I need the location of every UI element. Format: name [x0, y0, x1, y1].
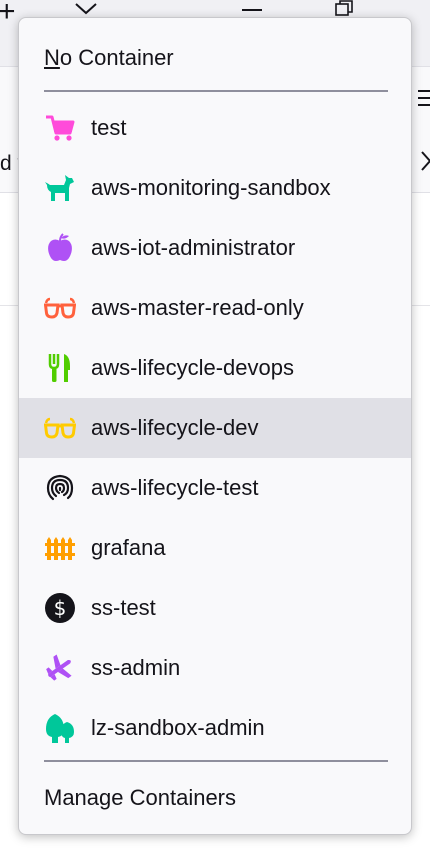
container-label: aws-lifecycle-test [91, 475, 259, 500]
container-label: ss-test [91, 595, 156, 620]
container-label: test [91, 115, 127, 140]
container-menu: No Container test aws-monitoring-sandbox [18, 17, 412, 835]
container-item-test[interactable]: test [19, 98, 411, 158]
container-label: aws-lifecycle-devops [91, 355, 294, 380]
container-item-aws-lifecycle-test[interactable]: aws-lifecycle-test [19, 458, 411, 518]
manage-containers-label: Manage Containers [44, 785, 237, 810]
container-item-lz-sandbox-admin[interactable]: lz-sandbox-admin [19, 698, 411, 758]
glasses-icon [44, 292, 76, 324]
container-label: aws-iot-administrator [91, 235, 296, 260]
bookmarks-chevron-icon[interactable] [420, 150, 430, 172]
container-label: lz-sandbox-admin [91, 715, 265, 740]
fence-icon [44, 532, 76, 564]
menu-separator [44, 90, 388, 92]
dollar-icon: $ [44, 592, 76, 624]
svg-text:$: $ [54, 596, 67, 620]
tab-list-chevron-icon[interactable] [74, 2, 98, 16]
food-icon [44, 352, 76, 384]
container-item-aws-iot-administrator[interactable]: aws-iot-administrator [19, 218, 411, 278]
container-item-ss-test[interactable]: $ ss-test [19, 578, 411, 638]
fingerprint-icon [44, 472, 76, 504]
dog-icon [44, 172, 76, 204]
tree-icon [44, 712, 76, 744]
no-container-label: No Container [44, 45, 174, 70]
vacation-icon [44, 652, 76, 684]
fruit-icon [44, 232, 76, 264]
no-container-item[interactable]: No Container [19, 28, 411, 88]
container-label: aws-master-read-only [91, 295, 304, 320]
container-item-aws-master-read-only[interactable]: aws-master-read-only [19, 278, 411, 338]
container-label: ss-admin [91, 655, 181, 680]
glasses-icon [44, 412, 76, 444]
menu-icon[interactable] [418, 88, 430, 108]
new-tab-icon[interactable]: + [0, 0, 16, 27]
container-item-aws-monitoring-sandbox[interactable]: aws-monitoring-sandbox [19, 158, 411, 218]
cart-icon [44, 112, 76, 144]
menu-separator [44, 760, 388, 762]
minimize-icon[interactable] [242, 9, 262, 11]
container-item-grafana[interactable]: grafana [19, 518, 411, 578]
container-label: aws-lifecycle-dev [91, 415, 259, 440]
container-label: aws-monitoring-sandbox [91, 175, 331, 200]
container-item-aws-lifecycle-devops[interactable]: aws-lifecycle-devops [19, 338, 411, 398]
restore-icon[interactable] [334, 0, 354, 16]
container-item-aws-lifecycle-dev[interactable]: aws-lifecycle-dev [19, 398, 411, 458]
container-item-ss-admin[interactable]: ss-admin [19, 638, 411, 698]
manage-containers-item[interactable]: Manage Containers [19, 768, 411, 828]
container-label: grafana [91, 535, 166, 560]
